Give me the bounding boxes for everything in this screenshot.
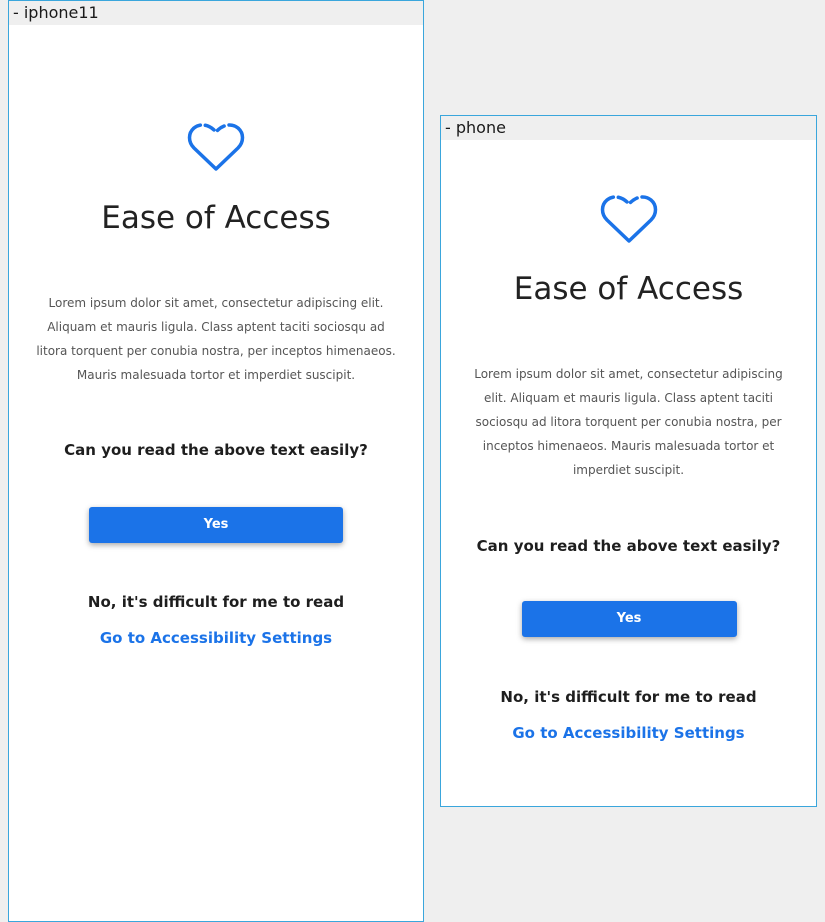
difficult-text: No, it's difficult for me to read [500,688,757,706]
settings-link-wrap: Go to Accessibility Settings [441,723,816,743]
readability-question: Can you read the above text easily? [64,441,368,459]
frame-label: - phone [441,116,816,140]
difficult-text: No, it's difficult for me to read [87,593,345,611]
accessibility-settings-link[interactable]: Go to Accessibility Settings [512,724,744,742]
body-text: Lorem ipsum dolor sit amet, consectetur … [474,367,783,477]
body-text: Lorem ipsum dolor sit amet, consectetur … [36,296,396,382]
body-text-wrap: Lorem ipsum dolor sit amet, consectetur … [441,362,816,482]
page-title: Ease of Access [513,271,744,307]
yes-button[interactable]: Yes [89,507,343,543]
phone-frame: - phone Ease of Access Lorem ipsum dolor… [440,115,817,807]
frame-screen: Ease of Access Lorem ipsum dolor sit ame… [441,140,816,806]
settings-link-wrap: Go to Accessibility Settings [9,628,423,648]
heart-icon [600,195,657,243]
yes-button[interactable]: Yes [521,601,737,637]
iphone11-frame: - iphone11 Ease of Access Lorem ipsum do… [8,0,424,922]
accessibility-settings-link[interactable]: Go to Accessibility Settings [100,629,332,647]
readability-question: Can you read the above text easily? [476,537,781,555]
frame-label: - iphone11 [9,1,423,25]
page-title: Ease of Access [101,200,331,236]
body-text-wrap: Lorem ipsum dolor sit amet, consectetur … [9,291,423,387]
heart-icon [187,123,245,171]
frame-screen: Ease of Access Lorem ipsum dolor sit ame… [9,25,423,921]
